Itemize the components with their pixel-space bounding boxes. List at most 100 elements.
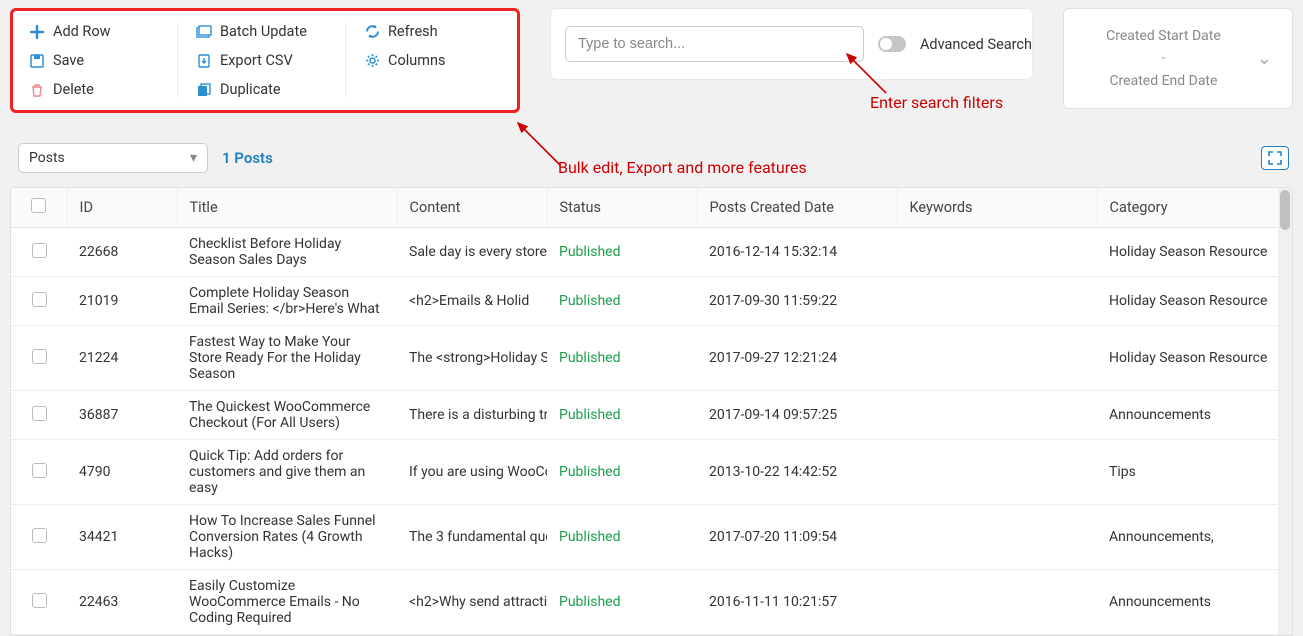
row-checkbox[interactable] <box>32 528 47 543</box>
table-row[interactable]: 21019Complete Holiday Season Email Serie… <box>11 277 1292 326</box>
delete-button[interactable]: Delete <box>29 81 159 98</box>
add-row-button[interactable]: Add Row <box>29 23 159 40</box>
cell-title[interactable]: Complete Holiday Season Email Series: </… <box>177 277 397 326</box>
table-row[interactable]: 22668Checklist Before Holiday Season Sal… <box>11 228 1292 277</box>
cell-category[interactable]: Tips <box>1097 440 1292 505</box>
save-icon <box>29 53 45 69</box>
cell-id[interactable]: 21224 <box>67 326 177 391</box>
columns-button[interactable]: Columns <box>364 52 445 69</box>
cell-category[interactable]: Announcements <box>1097 391 1292 440</box>
cell-date[interactable]: 2017-09-14 09:57:25 <box>697 391 897 440</box>
table-row[interactable]: 4790Quick Tip: Add orders for customers … <box>11 440 1292 505</box>
cell-title[interactable]: How To Increase Sales Funnel Conversion … <box>177 505 397 570</box>
cell-keywords[interactable] <box>897 391 1097 440</box>
save-label: Save <box>53 52 84 69</box>
expand-button[interactable] <box>1261 146 1289 170</box>
duplicate-button[interactable]: Duplicate <box>196 81 327 98</box>
cell-status[interactable]: Published <box>547 440 697 505</box>
cell-content[interactable]: Sale day is every store o <box>397 228 547 277</box>
table-row[interactable]: 21224Fastest Way to Make Your Store Read… <box>11 326 1292 391</box>
cell-id[interactable]: 34421 <box>67 505 177 570</box>
cell-keywords[interactable] <box>897 505 1097 570</box>
search-panel: Advanced Search <box>550 8 1033 80</box>
cell-status[interactable]: Published <box>547 326 697 391</box>
cell-id[interactable]: 22463 <box>67 570 177 635</box>
col-category[interactable]: Category <box>1097 188 1292 228</box>
gear-icon <box>364 53 380 69</box>
cell-title[interactable]: Quick Tip: Add orders for customers and … <box>177 440 397 505</box>
col-date[interactable]: Posts Created Date <box>697 188 897 228</box>
cell-content[interactable]: <h2>Emails & Holid <box>397 277 547 326</box>
row-checkbox[interactable] <box>32 463 47 478</box>
cell-category[interactable]: Announcements, <box>1097 505 1292 570</box>
date-end-label: Created End Date <box>1084 70 1243 92</box>
col-content[interactable]: Content <box>397 188 547 228</box>
select-all-checkbox[interactable] <box>31 198 46 213</box>
cell-content[interactable]: If you are using WooCom <box>397 440 547 505</box>
cell-keywords[interactable] <box>897 326 1097 391</box>
batch-update-button[interactable]: Batch Update <box>196 23 327 40</box>
scrollbar[interactable] <box>1278 188 1292 635</box>
cell-date[interactable]: 2016-12-14 15:32:14 <box>697 228 897 277</box>
export-label: Export CSV <box>220 52 293 69</box>
post-type-select[interactable]: Posts ▾ <box>18 143 208 173</box>
date-filter[interactable]: Created Start Date - Created End Date ⌄ <box>1063 8 1293 109</box>
advanced-search-toggle[interactable] <box>878 36 906 52</box>
cell-content[interactable]: <h2>Why send attractiv <box>397 570 547 635</box>
duplicate-label: Duplicate <box>220 81 281 98</box>
cell-title[interactable]: Easily Customize WooCommerce Emails - No… <box>177 570 397 635</box>
table-row[interactable]: 34421How To Increase Sales Funnel Conver… <box>11 505 1292 570</box>
expand-icon <box>1268 151 1282 165</box>
cell-status[interactable]: Published <box>547 277 697 326</box>
cell-id[interactable]: 22668 <box>67 228 177 277</box>
cell-date[interactable]: 2017-07-20 11:09:54 <box>697 505 897 570</box>
table-row[interactable]: 36887The Quickest WooCommerce Checkout (… <box>11 391 1292 440</box>
cell-date[interactable]: 2017-09-27 12:21:24 <box>697 326 897 391</box>
cell-id[interactable]: 21019 <box>67 277 177 326</box>
toolbar: Add Row Save Delete Batch Update Export … <box>10 8 520 113</box>
cell-id[interactable]: 36887 <box>67 391 177 440</box>
col-title[interactable]: Title <box>177 188 397 228</box>
refresh-button[interactable]: Refresh <box>364 23 445 40</box>
delete-label: Delete <box>53 81 94 98</box>
row-checkbox[interactable] <box>32 243 47 258</box>
table-row[interactable]: 22463Easily Customize WooCommerce Emails… <box>11 570 1292 635</box>
cell-keywords[interactable] <box>897 228 1097 277</box>
cell-category[interactable]: Announcements <box>1097 570 1292 635</box>
cell-id[interactable]: 4790 <box>67 440 177 505</box>
refresh-icon <box>364 24 380 40</box>
cell-status[interactable]: Published <box>547 570 697 635</box>
cell-keywords[interactable] <box>897 277 1097 326</box>
cell-category[interactable]: Holiday Season Resource <box>1097 326 1292 391</box>
row-checkbox[interactable] <box>32 292 47 307</box>
cell-keywords[interactable] <box>897 570 1097 635</box>
row-checkbox[interactable] <box>32 593 47 608</box>
cell-keywords[interactable] <box>897 440 1097 505</box>
row-checkbox[interactable] <box>32 406 47 421</box>
cell-title[interactable]: Fastest Way to Make Your Store Ready For… <box>177 326 397 391</box>
cell-date[interactable]: 2013-10-22 14:42:52 <box>697 440 897 505</box>
col-id[interactable]: ID <box>67 188 177 228</box>
cell-date[interactable]: 2017-09-30 11:59:22 <box>697 277 897 326</box>
save-button[interactable]: Save <box>29 52 159 69</box>
cell-category[interactable]: Holiday Season Resource <box>1097 228 1292 277</box>
col-keywords[interactable]: Keywords <box>897 188 1097 228</box>
cell-status[interactable]: Published <box>547 228 697 277</box>
cell-title[interactable]: Checklist Before Holiday Season Sales Da… <box>177 228 397 277</box>
cell-content[interactable]: There is a disturbing tre <box>397 391 547 440</box>
cell-date[interactable]: 2016-11-11 10:21:57 <box>697 570 897 635</box>
cell-title[interactable]: The Quickest WooCommerce Checkout (For A… <box>177 391 397 440</box>
col-status[interactable]: Status <box>547 188 697 228</box>
cell-status[interactable]: Published <box>547 505 697 570</box>
batch-label: Batch Update <box>220 23 307 40</box>
cell-content[interactable]: The 3 fundamental ques <box>397 505 547 570</box>
advanced-search-label: Advanced Search <box>920 36 1032 53</box>
columns-label: Columns <box>388 52 445 69</box>
cell-content[interactable]: The <strong>Holiday Se <box>397 326 547 391</box>
search-input[interactable] <box>565 26 864 62</box>
row-checkbox[interactable] <box>32 349 47 364</box>
cell-category[interactable]: Holiday Season Resource <box>1097 277 1292 326</box>
cell-status[interactable]: Published <box>547 391 697 440</box>
export-csv-button[interactable]: Export CSV <box>196 52 327 69</box>
post-type-label: Posts <box>29 150 65 166</box>
